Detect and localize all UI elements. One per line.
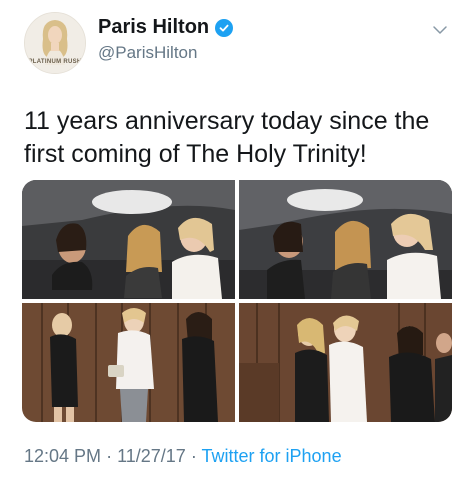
tweet-meta: 12:04 PM · 11/27/17 · Twitter for iPhone <box>24 446 342 467</box>
tweet-text: 11 years anniversary today since the fir… <box>24 107 430 168</box>
photo-3[interactable] <box>22 303 235 422</box>
meta-separator: · <box>106 446 113 466</box>
meta-separator: · <box>190 446 197 466</box>
chevron-down-icon[interactable] <box>432 22 448 38</box>
verified-badge-icon <box>215 18 234 37</box>
display-name[interactable]: Paris Hilton <box>98 16 209 39</box>
tweet-date[interactable]: 11/27/17 <box>117 446 186 466</box>
tweet-source-link[interactable]: Twitter for iPhone <box>202 446 342 466</box>
tweet-time[interactable]: 12:04 PM <box>24 446 101 466</box>
avatar[interactable]: PLATINUM RUSH <box>24 12 86 74</box>
name-row: Paris Hilton <box>98 16 234 39</box>
user-handle[interactable]: @ParisHilton <box>98 43 197 63</box>
photo-4[interactable] <box>239 303 452 422</box>
media-grid <box>22 180 452 422</box>
photo-2[interactable] <box>239 180 452 299</box>
avatar-brand-text: PLATINUM RUSH <box>28 59 82 65</box>
photo-1[interactable] <box>22 180 235 299</box>
